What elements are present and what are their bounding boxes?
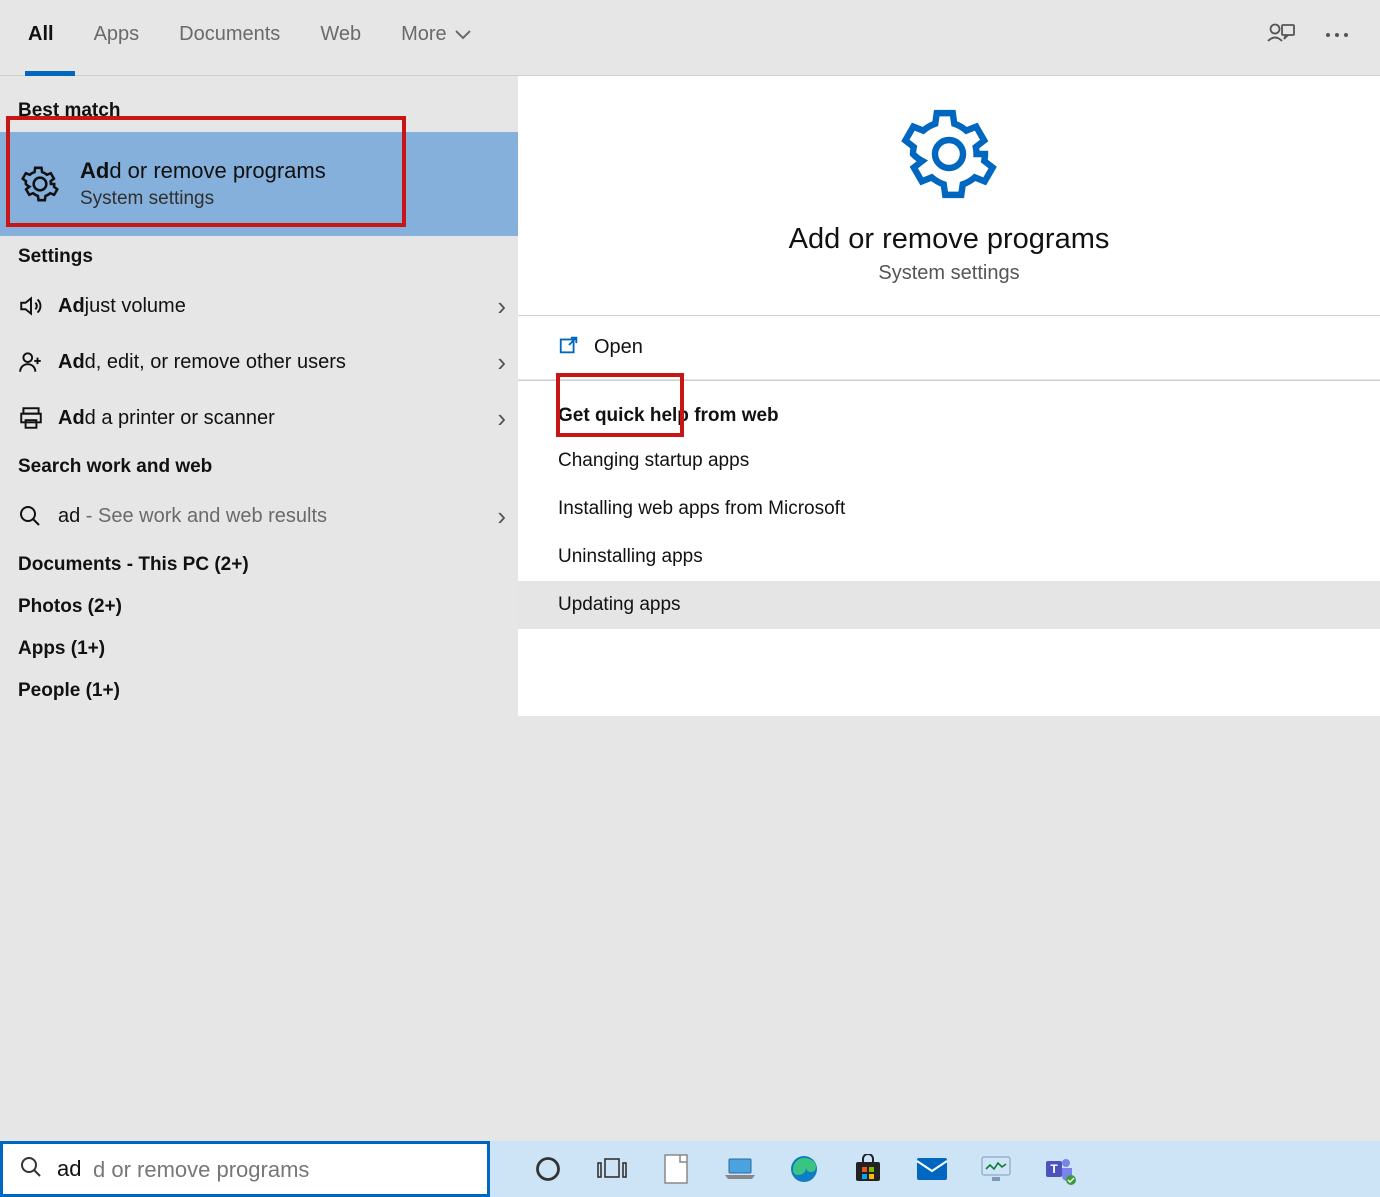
quick-help-link[interactable]: Uninstalling apps	[552, 533, 1380, 581]
settings-result-users[interactable]: Add, edit, or remove other users ›	[0, 334, 518, 390]
section-apps[interactable]: Apps (1+)	[0, 628, 518, 670]
section-documents[interactable]: Documents - This PC (2+)	[0, 544, 518, 586]
taskbar-edge-icon[interactable]	[786, 1151, 822, 1187]
taskbar-mail-icon[interactable]	[914, 1151, 950, 1187]
detail-title: Add or remove programs	[518, 223, 1380, 256]
taskbar-laptop-icon[interactable]	[722, 1151, 758, 1187]
chevron-right-icon: ›	[497, 347, 506, 378]
taskbar-search-box[interactable]: d or remove programs	[0, 1141, 490, 1197]
taskbar-task-view-icon[interactable]	[594, 1151, 630, 1187]
chevron-right-icon: ›	[497, 501, 506, 532]
filter-tab-apps[interactable]: Apps	[94, 23, 140, 52]
chevron-right-icon: ›	[497, 291, 506, 322]
taskbar-monitor-icon[interactable]	[978, 1151, 1014, 1187]
filter-tab-all[interactable]: All	[28, 23, 54, 52]
search-filter-bar: All Apps Documents Web More	[0, 0, 1380, 76]
taskbar-store-icon[interactable]	[850, 1151, 886, 1187]
detail-pane: Add or remove programs System settings O…	[518, 76, 1380, 1141]
search-icon	[19, 1155, 45, 1184]
best-match-title: Add or remove programs	[80, 158, 326, 184]
best-match-subtitle: System settings	[80, 188, 326, 210]
section-best-match: Best match	[0, 90, 518, 132]
taskbar-document-icon[interactable]	[658, 1151, 694, 1187]
gear-icon	[18, 162, 62, 206]
svg-text:T: T	[1050, 1162, 1058, 1176]
search-icon	[18, 504, 58, 528]
search-input[interactable]	[57, 1156, 487, 1182]
filter-tab-more[interactable]: More	[401, 23, 471, 52]
filter-tab-documents[interactable]: Documents	[179, 23, 280, 52]
section-settings: Settings	[0, 236, 518, 278]
main-content: Best match Add or remove programs System…	[0, 76, 1380, 1141]
speaker-icon	[18, 293, 58, 319]
quick-help-link[interactable]: Updating apps	[518, 581, 1380, 629]
results-column: Best match Add or remove programs System…	[0, 76, 518, 1141]
quick-help-heading: Get quick help from web	[552, 405, 1380, 437]
quick-help-link[interactable]: Installing web apps from Microsoft	[552, 485, 1380, 533]
section-photos[interactable]: Photos (2+)	[0, 586, 518, 628]
web-search-result[interactable]: ad - See work and web results ›	[0, 488, 518, 544]
printer-icon	[18, 405, 58, 431]
settings-result-volume[interactable]: Adjust volume ›	[0, 278, 518, 334]
filter-tab-web[interactable]: Web	[320, 23, 361, 52]
ellipsis-icon[interactable]	[1324, 31, 1350, 39]
best-match-result[interactable]: Add or remove programs System settings	[0, 132, 518, 236]
feedback-icon[interactable]	[1266, 22, 1296, 48]
gear-icon-large	[518, 106, 1380, 207]
section-people[interactable]: People (1+)	[0, 670, 518, 712]
chevron-down-icon	[455, 23, 471, 46]
taskbar-cortana-icon[interactable]	[530, 1151, 566, 1187]
active-tab-indicator	[25, 71, 75, 76]
chevron-right-icon: ›	[497, 403, 506, 434]
open-external-icon	[558, 334, 580, 362]
quick-help-link[interactable]: Changing startup apps	[552, 437, 1380, 485]
settings-result-printer[interactable]: Add a printer or scanner ›	[0, 390, 518, 446]
section-search-web: Search work and web	[0, 446, 518, 488]
open-button[interactable]: Open	[518, 316, 1380, 380]
taskbar-teams-icon[interactable]: T	[1042, 1151, 1078, 1187]
detail-subtitle: System settings	[518, 262, 1380, 285]
user-plus-icon	[18, 349, 58, 375]
